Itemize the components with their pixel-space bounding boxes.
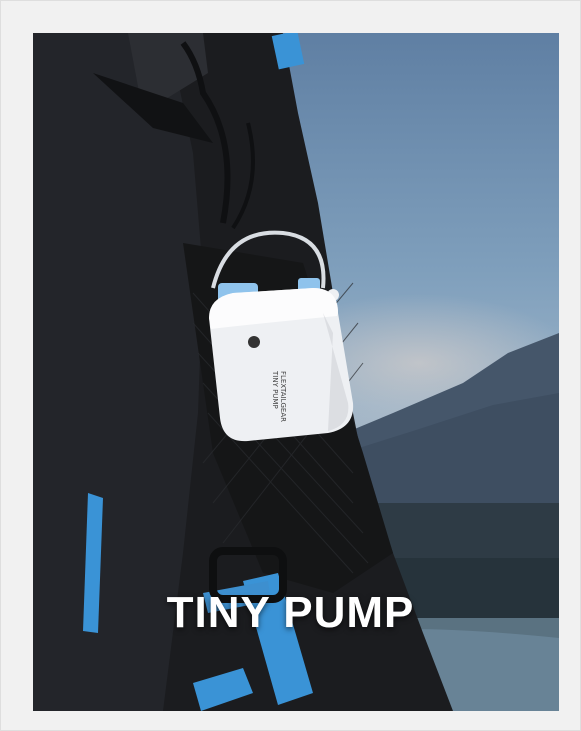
pump-model: TINY PUMP [271, 371, 279, 409]
pump-brand-label: FLEXTAILGEAR TINY PUMP [271, 371, 287, 422]
headline-title: TINY PUMP [166, 588, 415, 637]
pump-brand: FLEXTAILGEAR [279, 371, 287, 423]
photo-frame: FLEXTAILGEAR TINY PUMP TINY PUMP [0, 0, 581, 731]
